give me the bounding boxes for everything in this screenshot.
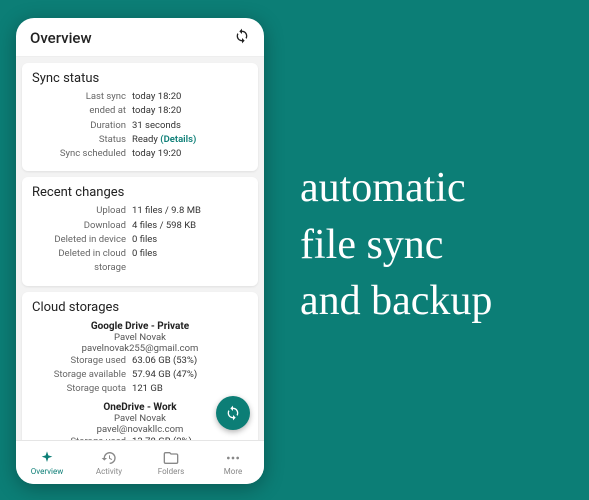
more-icon	[225, 450, 241, 466]
sparkle-icon	[39, 450, 55, 466]
row-duration: Duration 31 seconds	[32, 119, 248, 133]
row-deleted-cloud: Deleted in cloud storage 0 files	[32, 247, 248, 276]
promo-line-2: file sync	[300, 217, 492, 274]
storage-google-drive[interactable]: Google Drive - Private Pavel Novak pavel…	[32, 321, 248, 397]
row-ended-at: ended at today 18:20	[32, 104, 248, 118]
storage-email: pavelnovak255@gmail.com	[32, 343, 248, 354]
label: Duration	[32, 119, 132, 133]
row-last-sync: Last sync today 18:20	[32, 90, 248, 104]
nav-label: Activity	[96, 467, 122, 476]
row-sync-scheduled: Sync scheduled today 19:20	[32, 147, 248, 161]
sync-status-card: Sync status Last sync today 18:20 ended …	[22, 63, 258, 171]
promo-text: automatic file sync and backup	[300, 160, 492, 330]
label: Status	[32, 133, 132, 147]
label: Storage used	[32, 354, 132, 368]
row-download: Download 4 files / 598 KB	[32, 219, 248, 233]
row-deleted-device: Deleted in device 0 files	[32, 233, 248, 247]
nav-activity[interactable]: Activity	[78, 441, 140, 484]
bottom-nav: Overview Activity Folders More	[16, 440, 264, 484]
row-storage-used: Storage used 63.06 GB (53%)	[32, 354, 248, 368]
row-status: Status Ready (Details)	[32, 133, 248, 147]
recent-changes-card: Recent changes Upload 11 files / 9.8 MB …	[22, 177, 258, 285]
nav-more[interactable]: More	[202, 441, 264, 484]
nav-overview[interactable]: Overview	[16, 441, 78, 484]
cloud-storages-title: Cloud storages	[32, 300, 248, 315]
label: Upload	[32, 204, 132, 218]
promo-line-3: and backup	[300, 273, 492, 330]
value: 121 GB	[132, 382, 248, 396]
details-link[interactable]: (Details)	[160, 134, 196, 145]
nav-label: More	[224, 467, 242, 476]
row-storage-quota: Storage quota 121 GB	[32, 382, 248, 396]
label: Storage quota	[32, 382, 132, 396]
value: today 18:20	[132, 104, 248, 118]
status-text: Ready	[132, 134, 158, 145]
nav-label: Folders	[158, 467, 184, 476]
recent-changes-title: Recent changes	[32, 185, 248, 200]
storage-email: pavel@novakllc.com	[32, 424, 248, 435]
promo-line-1: automatic	[300, 160, 492, 217]
sync-icon	[225, 405, 241, 421]
value: 4 files / 598 KB	[132, 219, 248, 233]
value: today 18:20	[132, 90, 248, 104]
page-title: Overview	[30, 29, 92, 47]
value: 0 files	[132, 247, 248, 276]
value: 63.06 GB (53%)	[132, 354, 248, 368]
storage-user: Pavel Novak	[32, 332, 248, 343]
value: 57.94 GB (47%)	[132, 368, 248, 382]
value: 0 files	[132, 233, 248, 247]
sync-status-title: Sync status	[32, 71, 248, 86]
nav-folders[interactable]: Folders	[140, 441, 202, 484]
value: Ready (Details)	[132, 133, 248, 147]
phone-frame: Overview Sync status Last sync today 18:…	[16, 18, 264, 484]
folders-icon	[163, 450, 179, 466]
value: 31 seconds	[132, 119, 248, 133]
storage-name: Google Drive - Private	[32, 321, 248, 332]
value: today 19:20	[132, 147, 248, 161]
label: Storage available	[32, 368, 132, 382]
row-storage-available: Storage available 57.94 GB (47%)	[32, 368, 248, 382]
label: ended at	[32, 104, 132, 118]
nav-label: Overview	[31, 467, 63, 476]
label: Last sync	[32, 90, 132, 104]
content-scroll[interactable]: Sync status Last sync today 18:20 ended …	[16, 57, 264, 440]
value: 11 files / 9.8 MB	[132, 204, 248, 218]
sync-fab[interactable]	[216, 396, 250, 430]
sync-icon[interactable]	[234, 28, 250, 48]
appbar: Overview	[16, 18, 264, 57]
label: Sync scheduled	[32, 147, 132, 161]
row-upload: Upload 11 files / 9.8 MB	[32, 204, 248, 218]
label: Deleted in cloud storage	[32, 247, 132, 276]
label: Download	[32, 219, 132, 233]
activity-icon	[101, 450, 117, 466]
label: Deleted in device	[32, 233, 132, 247]
